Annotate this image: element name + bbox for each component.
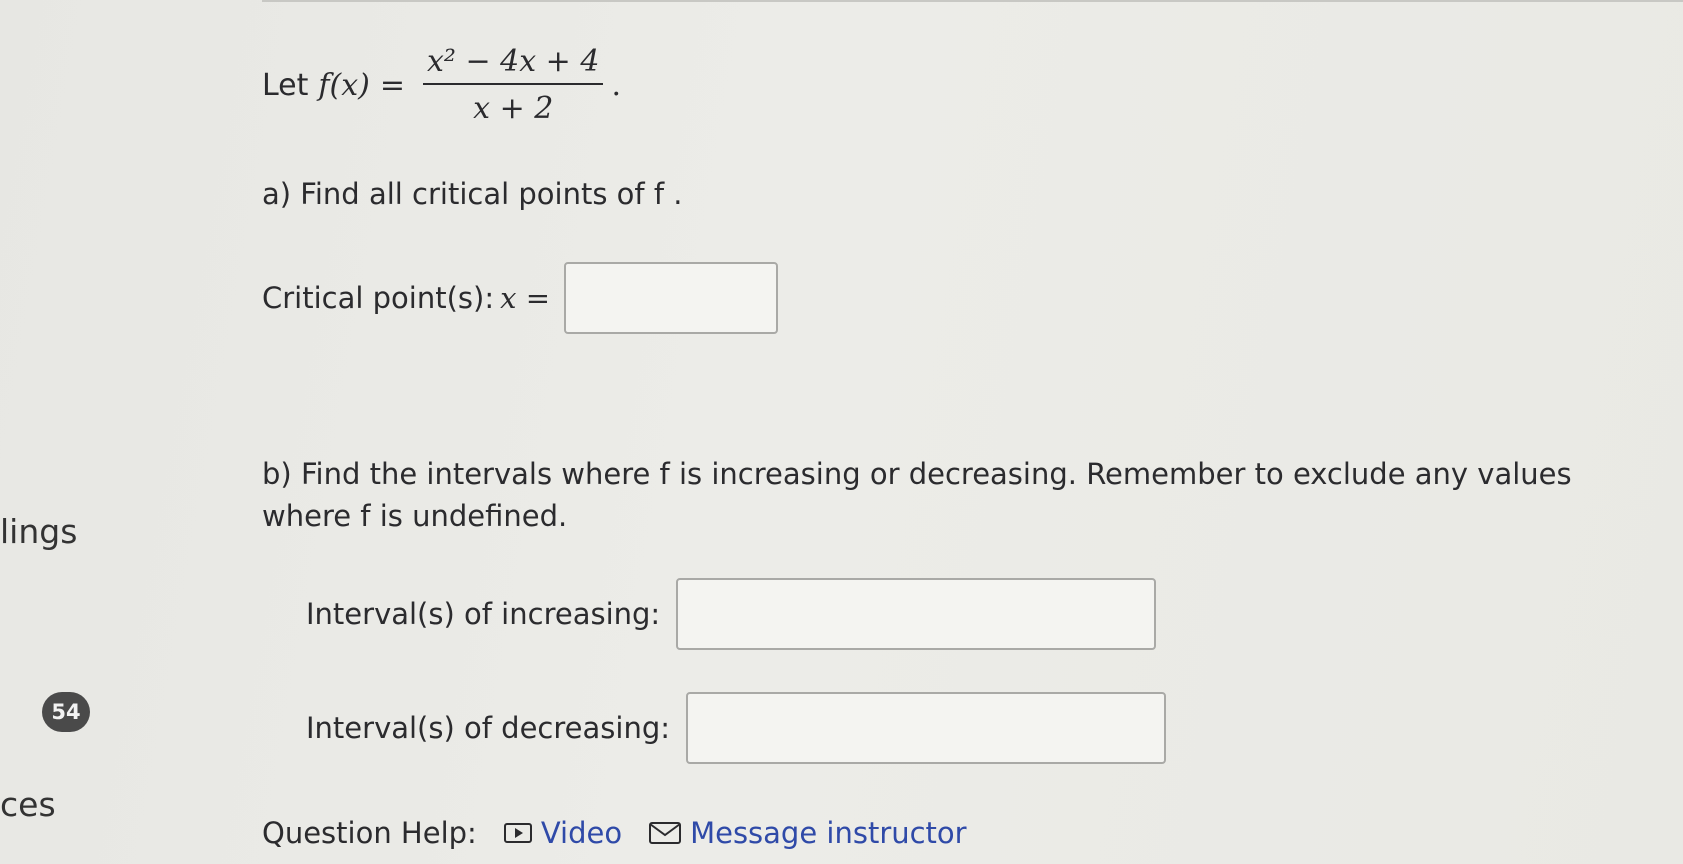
let-text: Let — [262, 67, 309, 103]
decreasing-input[interactable] — [686, 692, 1167, 764]
denominator: x + 2 — [473, 91, 554, 126]
critical-point-input[interactable] — [564, 262, 778, 334]
problem-statement: Let f(x) = x² − 4x + 4 x + 2 . — [262, 44, 621, 126]
increasing-row: Interval(s) of increasing: — [306, 578, 1157, 650]
envelope-icon — [649, 822, 682, 844]
part-a-prompt: a) Find all critical points of f . — [262, 177, 683, 211]
decreasing-row: Interval(s) of decreasing: — [306, 692, 1167, 764]
message-instructor-link[interactable]: Message instructor — [648, 816, 967, 850]
question-help-row: Question Help: Video Message instructor — [262, 816, 967, 850]
video-link[interactable]: Video — [503, 816, 622, 850]
increasing-label: Interval(s) of increasing: — [306, 597, 661, 631]
decreasing-label: Interval(s) of decreasing: — [306, 711, 671, 745]
increasing-input[interactable] — [676, 578, 1157, 650]
numerator: x² − 4x + 4 — [426, 44, 600, 79]
play-icon — [503, 823, 532, 843]
message-instructor-label[interactable]: Message instructor — [690, 816, 967, 850]
sidebar-badge[interactable]: 54 — [42, 692, 90, 732]
video-link-label[interactable]: Video — [541, 816, 622, 850]
period: . — [611, 67, 621, 103]
sidebar-fragment-bottom[interactable]: ces — [0, 785, 56, 824]
critical-point-row: Critical point(s): x = — [262, 262, 778, 334]
critical-point-variable: x = — [500, 281, 550, 315]
question-help-label: Question Help: — [262, 816, 477, 850]
function-name: f(x) — [318, 67, 370, 103]
equals-sign: = — [379, 67, 405, 103]
question-panel: Let f(x) = x² − 4x + 4 x + 2 . a) Find a… — [262, 0, 1683, 864]
fraction: x² − 4x + 4 x + 2 — [422, 44, 604, 126]
part-b-prompt: b) Find the intervals where f is increas… — [262, 457, 1572, 533]
sidebar-fragment-top[interactable]: lings — [0, 512, 77, 551]
critical-point-label: Critical point(s): — [262, 281, 495, 315]
